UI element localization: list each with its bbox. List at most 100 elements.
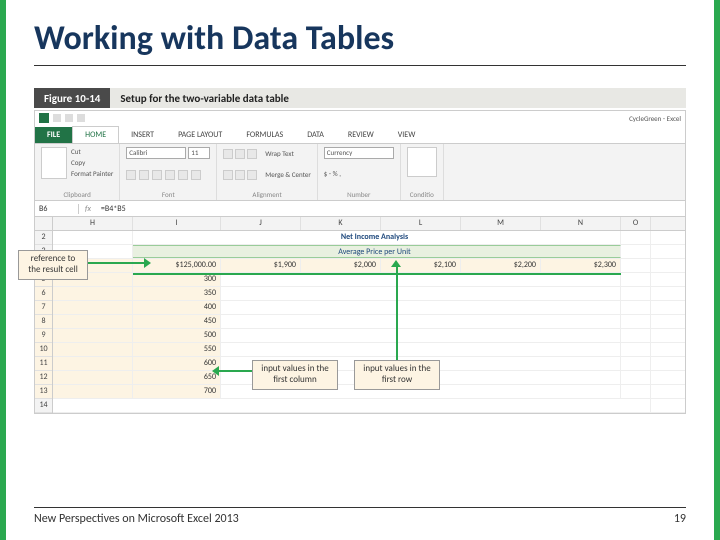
tab-formulas[interactable]: FORMULAS [234,127,295,143]
row-header[interactable]: 9 [35,329,52,343]
tab-review[interactable]: REVIEW [336,127,386,143]
arrow-head-icon [212,366,219,376]
row-header[interactable]: 7 [35,301,52,315]
tab-data[interactable]: DATA [295,127,336,143]
row-input[interactable]: $2,300 [541,259,621,272]
quick-access-toolbar [39,113,85,123]
format-painter-button[interactable]: Format Painter [71,169,113,178]
col-header[interactable]: K [301,217,381,230]
row-header[interactable]: 2 [35,231,52,245]
col-input[interactable]: 350 [133,287,221,300]
undo-icon[interactable] [65,114,73,122]
row-header[interactable]: 10 [35,343,52,357]
slide: Working with Data Tables Figure 10-14 Se… [0,0,720,540]
col-input[interactable]: 450 [133,315,221,328]
callout-row: input values in the first row [354,360,440,390]
conditional-formatting-button[interactable] [407,147,437,177]
tab-file[interactable]: FILE [35,127,72,143]
callout-col: input values in the first column [252,360,338,390]
arrow-icon [88,262,146,264]
align-middle-button[interactable] [235,149,245,159]
number-format-select[interactable]: Currency [324,147,394,159]
border-button[interactable] [165,170,175,180]
formula-input[interactable]: =B4*B5 [97,204,130,214]
col-header[interactable]: J [221,217,301,230]
figure-caption: Setup for the two-variable data table [110,88,686,108]
column-headers: H I J K L M N O [35,217,685,231]
col-input[interactable]: 400 [133,301,221,314]
save-icon[interactable] [53,114,61,122]
excel-icon [39,113,49,123]
content-area: Figure 10-14 Setup for the two-variable … [34,88,686,488]
align-left-button[interactable] [223,170,233,180]
tab-insert[interactable]: INSERT [119,127,166,143]
col-input[interactable]: 600 [133,357,221,370]
col-header[interactable]: O [621,217,651,230]
font-name-select[interactable]: Calibri [126,147,186,159]
underline-button[interactable] [152,170,162,180]
footer-left: New Perspectives on Microsoft Excel 2013 [34,512,239,526]
wrap-text-button[interactable]: Wrap Text [265,149,294,159]
col-input[interactable]: 700 [133,385,221,398]
select-all-corner[interactable] [35,217,53,230]
col-header[interactable]: M [461,217,541,230]
tab-pagelayout[interactable]: PAGE LAYOUT [166,127,234,143]
arrow-icon [218,370,252,372]
col-input[interactable]: 500 [133,329,221,342]
tab-home[interactable]: HOME [72,126,119,143]
ribbon-tabs: FILE HOME INSERT PAGE LAYOUT FORMULAS DA… [35,125,685,143]
titlebar: CycleGreen - Excel [35,111,685,125]
align-center-button[interactable] [235,170,245,180]
font-color-button[interactable] [191,170,201,180]
fill-color-button[interactable] [178,170,188,180]
arrow-head-icon [391,260,401,267]
row-input[interactable]: $2,000 [301,259,381,272]
col-header[interactable]: I [133,217,221,230]
font-size-select[interactable]: 11 [188,147,210,159]
fx-icon[interactable]: fx [79,204,97,214]
green-underline-icon [133,273,621,275]
number-label: Number [324,190,394,199]
row-header[interactable]: 8 [35,315,52,329]
col-input[interactable]: 550 [133,343,221,356]
page-title: Working with Data Tables [34,18,686,66]
col-input[interactable]: 650 [133,371,221,384]
number-buttons[interactable]: $ - % , [324,169,394,178]
col-header[interactable]: L [381,217,461,230]
group-number: Currency $ - % , Number [318,144,401,200]
copy-button[interactable]: Copy [71,158,113,167]
row-header[interactable]: 12 [35,371,52,385]
row-header[interactable]: 6 [35,287,52,301]
redo-icon[interactable] [77,114,85,122]
clipboard-label: Clipboard [41,190,113,199]
paste-button[interactable] [41,147,67,179]
figure-label: Figure 10-14 [34,88,110,108]
formula-bar: B6 fx =B4*B5 [35,201,685,217]
group-alignment: Wrap Text Merge & Center Alignment [217,144,318,200]
row-header[interactable]: 11 [35,357,52,371]
italic-button[interactable] [139,170,149,180]
merge-center-button[interactable]: Merge & Center [265,170,311,180]
align-right-button[interactable] [247,170,257,180]
analysis-title: Net Income Analysis [133,231,621,244]
group-clipboard: Cut Copy Format Painter Clipboard [35,144,120,200]
tab-view[interactable]: VIEW [386,127,428,143]
window-title: CycleGreen - Excel [629,114,681,123]
arrow-head-icon [144,258,151,268]
alignment-label: Alignment [223,190,311,199]
row-input[interactable]: $2,200 [461,259,541,272]
col-header[interactable]: N [541,217,621,230]
row-header[interactable]: 13 [35,385,52,399]
group-styles: Conditio [401,144,444,200]
row-header[interactable]: 14 [35,399,52,413]
group-font: Calibri 11 Font [120,144,217,200]
arrow-icon [396,266,398,360]
ribbon: Cut Copy Format Painter Clipboard Calibr… [35,143,685,201]
row-input[interactable]: $1,900 [221,259,301,272]
bold-button[interactable] [126,170,136,180]
col-header[interactable]: H [53,217,133,230]
align-top-button[interactable] [223,149,233,159]
name-box[interactable]: B6 [35,204,79,214]
align-bottom-button[interactable] [247,149,257,159]
cut-button[interactable]: Cut [71,147,113,156]
